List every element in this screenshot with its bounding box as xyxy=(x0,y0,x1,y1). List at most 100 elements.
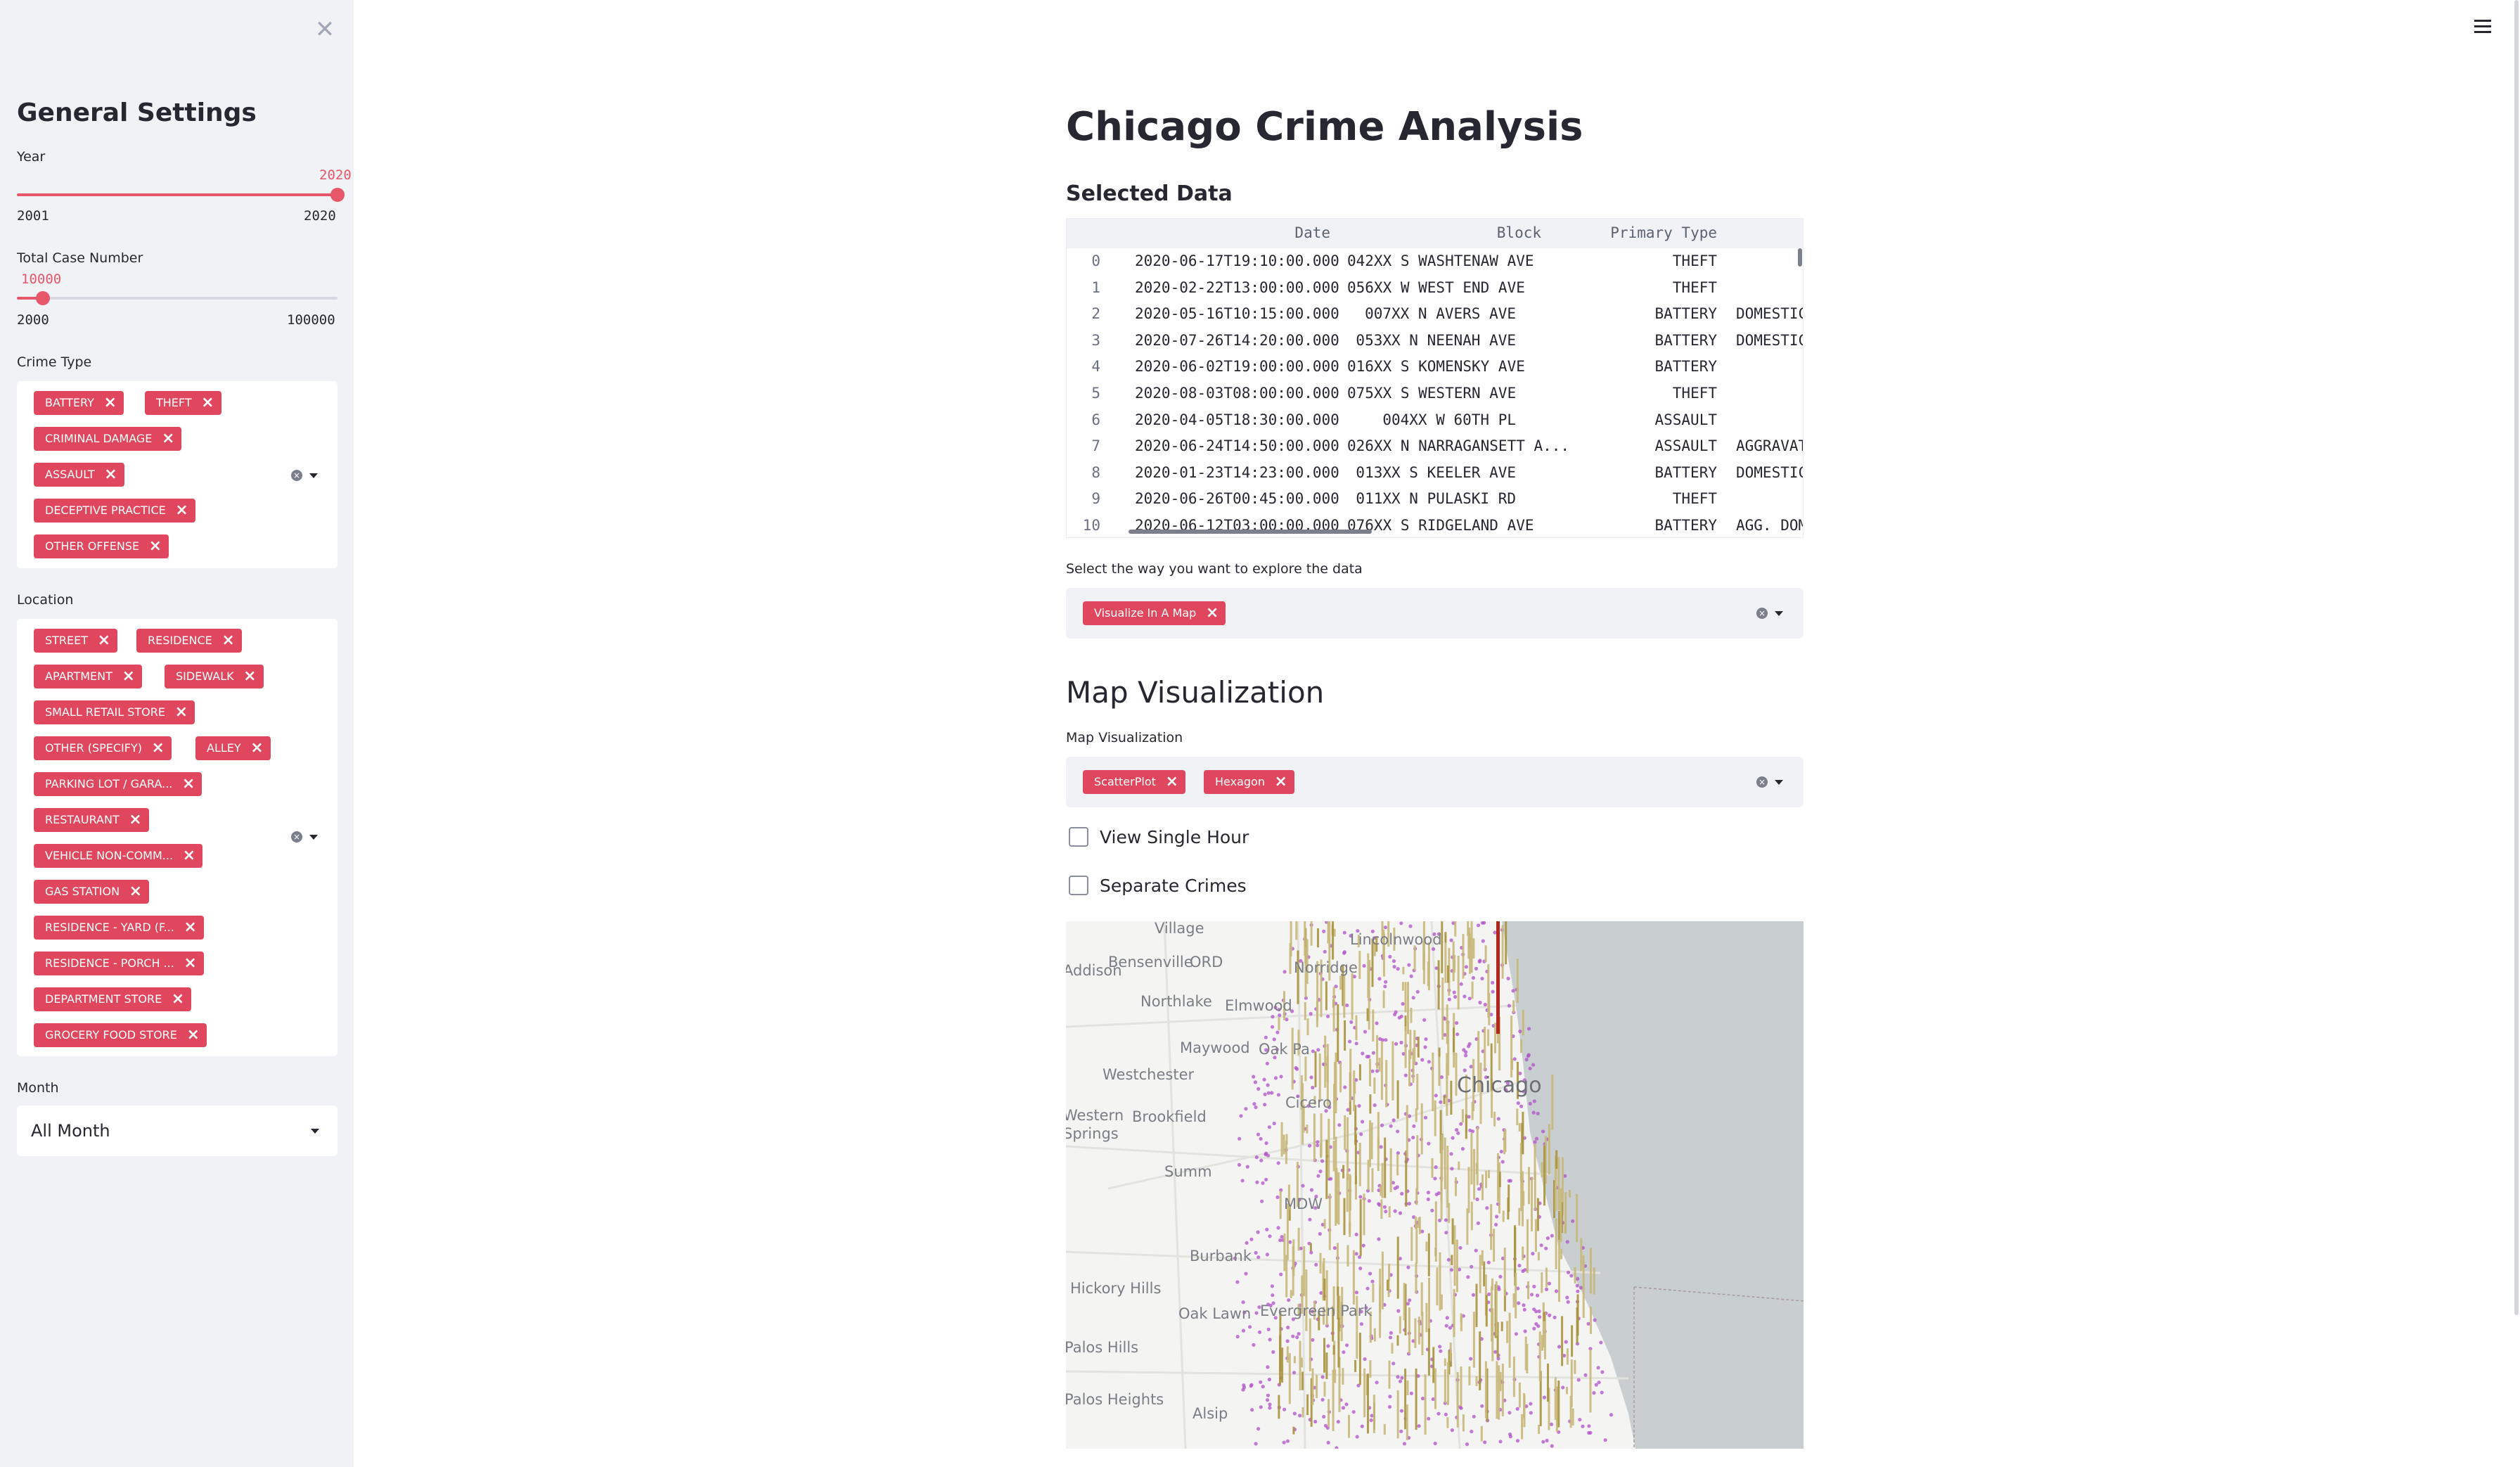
chip-label: BATTERY xyxy=(45,396,94,409)
cell-primary-type: BATTERY xyxy=(1654,331,1717,349)
chip-remove-icon[interactable]: × xyxy=(149,534,162,558)
chip-remove-icon[interactable]: × xyxy=(152,736,165,760)
chip-remove-icon[interactable]: × xyxy=(1165,770,1178,794)
total-case-slider-max: 100000 xyxy=(287,312,335,328)
cell-block: 016XX S KOMENSKY AVE xyxy=(1347,358,1525,376)
row-index: 3 xyxy=(1091,331,1100,349)
table-row[interactable]: 5 2020-08-03T08:00:00.000 075XX S WESTERN … xyxy=(1067,380,1803,407)
row-index: 6 xyxy=(1091,411,1100,428)
chip-label: THEFT xyxy=(156,396,192,409)
chip-remove-icon[interactable]: × xyxy=(221,629,234,653)
explore-controls: × xyxy=(1756,606,1789,620)
cell-block: 075XX S WESTERN AVE xyxy=(1347,385,1517,402)
total-case-label: Total Case Number xyxy=(17,250,143,266)
clear-icon[interactable]: × xyxy=(291,831,302,843)
location-multiselect[interactable]: STREET × RESIDENCE × APARTMENT × SIDEWALK × … xyxy=(17,619,338,1056)
chevron-down-icon[interactable] xyxy=(1775,611,1783,616)
map-visualization-multiselect[interactable]: ScatterPlot × Hexagon × × xyxy=(1066,757,1804,807)
year-slider[interactable] xyxy=(17,188,345,202)
chip-residence-yard: RESIDENCE - YARD (F... × xyxy=(34,916,204,940)
cell-block: 004XX W 60TH PL xyxy=(1382,411,1516,428)
chip-remove-icon[interactable]: × xyxy=(243,665,256,688)
table-row[interactable]: 10 2020-06-12T03:00:00.000 076XX S RIDGELA… xyxy=(1067,513,1803,537)
table-vertical-scrollbar[interactable] xyxy=(1798,248,1802,267)
chevron-down-icon[interactable] xyxy=(1775,780,1783,785)
cell-primary-type: THEFT xyxy=(1672,490,1717,508)
crime-map[interactable]: Village Bensenville Lincolnwood ORD Norridge… xyxy=(1066,921,1804,1449)
map-place-label: Maywood xyxy=(1180,1039,1250,1056)
table-row[interactable]: 8 2020-01-23T14:23:00.000 013XX S KEELER A… xyxy=(1067,460,1803,487)
chip-remove-icon[interactable]: × xyxy=(182,772,195,796)
column-header-block[interactable]: Block xyxy=(1497,224,1541,241)
chip-remove-icon[interactable]: × xyxy=(162,427,174,451)
chip-label: Hexagon xyxy=(1215,775,1265,788)
column-header-date[interactable]: Date xyxy=(1294,224,1330,241)
hamburger-menu-icon[interactable] xyxy=(2472,18,2493,35)
table-row[interactable]: 4 2020-06-02T19:00:00.000 016XX S KOMENSKY… xyxy=(1067,354,1803,380)
table-horizontal-scrollbar[interactable] xyxy=(1129,530,1372,534)
year-slider-thumb[interactable] xyxy=(330,188,345,202)
chip-remove-icon[interactable]: × xyxy=(175,700,188,724)
chip-remove-icon[interactable]: × xyxy=(129,880,142,904)
cell-date: 2020-08-03T08:00:00.000 xyxy=(1135,385,1339,402)
map-place-label: ORD xyxy=(1190,954,1223,970)
page-title: Chicago Crime Analysis xyxy=(1066,104,1583,150)
clear-icon[interactable]: × xyxy=(291,470,302,481)
chip-remove-icon[interactable]: × xyxy=(1275,770,1287,794)
crime-type-multiselect[interactable]: BATTERY × THEFT × CRIMINAL DAMAGE × ASSAULT… xyxy=(17,381,338,568)
chip-label: STREET xyxy=(45,634,89,647)
total-case-slider[interactable] xyxy=(17,291,338,305)
map-place-label: Northlake xyxy=(1140,993,1212,1010)
page-scrollbar[interactable] xyxy=(2514,0,2519,1315)
table-row[interactable]: 0 2020-06-17T19:10:00.000 042XX S WASHTENA… xyxy=(1067,248,1803,275)
total-case-slider-thumb[interactable] xyxy=(36,291,51,305)
cell-primary-type: THEFT xyxy=(1672,385,1717,402)
table-row[interactable]: 6 2020-04-05T18:30:00.000 004XX W 60TH PL A… xyxy=(1067,407,1803,434)
close-icon[interactable]: ✕ xyxy=(312,17,338,42)
location-label: Location xyxy=(17,592,74,608)
row-index: 7 xyxy=(1091,437,1100,455)
table-row[interactable]: 2 2020-05-16T10:15:00.000 007XX N AVERS AV… xyxy=(1067,301,1803,328)
chip-remove-icon[interactable]: × xyxy=(1206,601,1219,625)
explore-multiselect[interactable]: Visualize In A Map × × xyxy=(1066,588,1804,639)
table-row[interactable]: 7 2020-06-24T14:50:00.000 026XX N NARRAGAN… xyxy=(1067,433,1803,460)
checkbox-box[interactable] xyxy=(1069,876,1088,895)
table-row[interactable]: 1 2020-02-22T13:00:00.000 056XX W WEST END… xyxy=(1067,275,1803,302)
year-slider-min: 2001 xyxy=(17,208,49,224)
chevron-down-icon[interactable] xyxy=(309,473,318,478)
chip-remove-icon[interactable]: × xyxy=(183,844,195,868)
chip-residence-porch: RESIDENCE - PORCH ... × xyxy=(34,952,204,975)
month-select[interactable]: All Month xyxy=(17,1106,338,1156)
cell-primary-type: THEFT xyxy=(1672,278,1717,296)
chip-remove-icon[interactable]: × xyxy=(129,808,141,832)
chip-remove-icon[interactable]: × xyxy=(184,916,196,940)
row-index: 1 xyxy=(1091,278,1100,296)
chip-label: GROCERY FOOD STORE xyxy=(45,1028,177,1042)
chip-remove-icon[interactable]: × xyxy=(186,1023,199,1047)
chevron-down-icon[interactable] xyxy=(309,835,318,840)
checkbox-box[interactable] xyxy=(1069,827,1088,847)
clear-icon[interactable]: × xyxy=(1756,608,1768,619)
map-place-label: Westchester xyxy=(1102,1066,1195,1083)
column-header-primary-type[interactable]: Primary Type xyxy=(1610,224,1717,241)
chip-remove-icon[interactable]: × xyxy=(175,499,188,523)
year-slider-max: 2020 xyxy=(304,208,336,224)
chip-remove-icon[interactable]: × xyxy=(184,952,196,975)
cell-date: 2020-07-26T14:20:00.000 xyxy=(1135,331,1339,349)
chip-remove-icon[interactable]: × xyxy=(250,736,263,760)
cell-primary-type: BATTERY xyxy=(1654,463,1717,481)
chip-remove-icon[interactable]: × xyxy=(98,629,110,653)
chip-remove-icon[interactable]: × xyxy=(104,463,117,487)
chip-small-retail-store: SMALL RETAIL STORE × xyxy=(34,700,195,724)
cell-date: 2020-06-02T19:00:00.000 xyxy=(1135,358,1339,376)
chip-remove-icon[interactable]: × xyxy=(122,665,134,688)
chip-remove-icon[interactable]: × xyxy=(172,987,184,1011)
table-row[interactable]: 3 2020-07-26T14:20:00.000 053XX N NEENAH A… xyxy=(1067,328,1803,354)
clear-icon[interactable]: × xyxy=(1756,776,1768,788)
table-row[interactable]: 9 2020-06-26T00:45:00.000 011XX N PULASKI … xyxy=(1067,486,1803,513)
chip-remove-icon[interactable]: × xyxy=(201,391,214,415)
table-header: Date Block Primary Type xyxy=(1067,219,1803,248)
data-table[interactable]: Date Block Primary Type 0 2020-06-17T19:1… xyxy=(1066,218,1804,538)
chip-remove-icon[interactable]: × xyxy=(103,391,116,415)
cell-date: 2020-02-22T13:00:00.000 xyxy=(1135,278,1339,296)
